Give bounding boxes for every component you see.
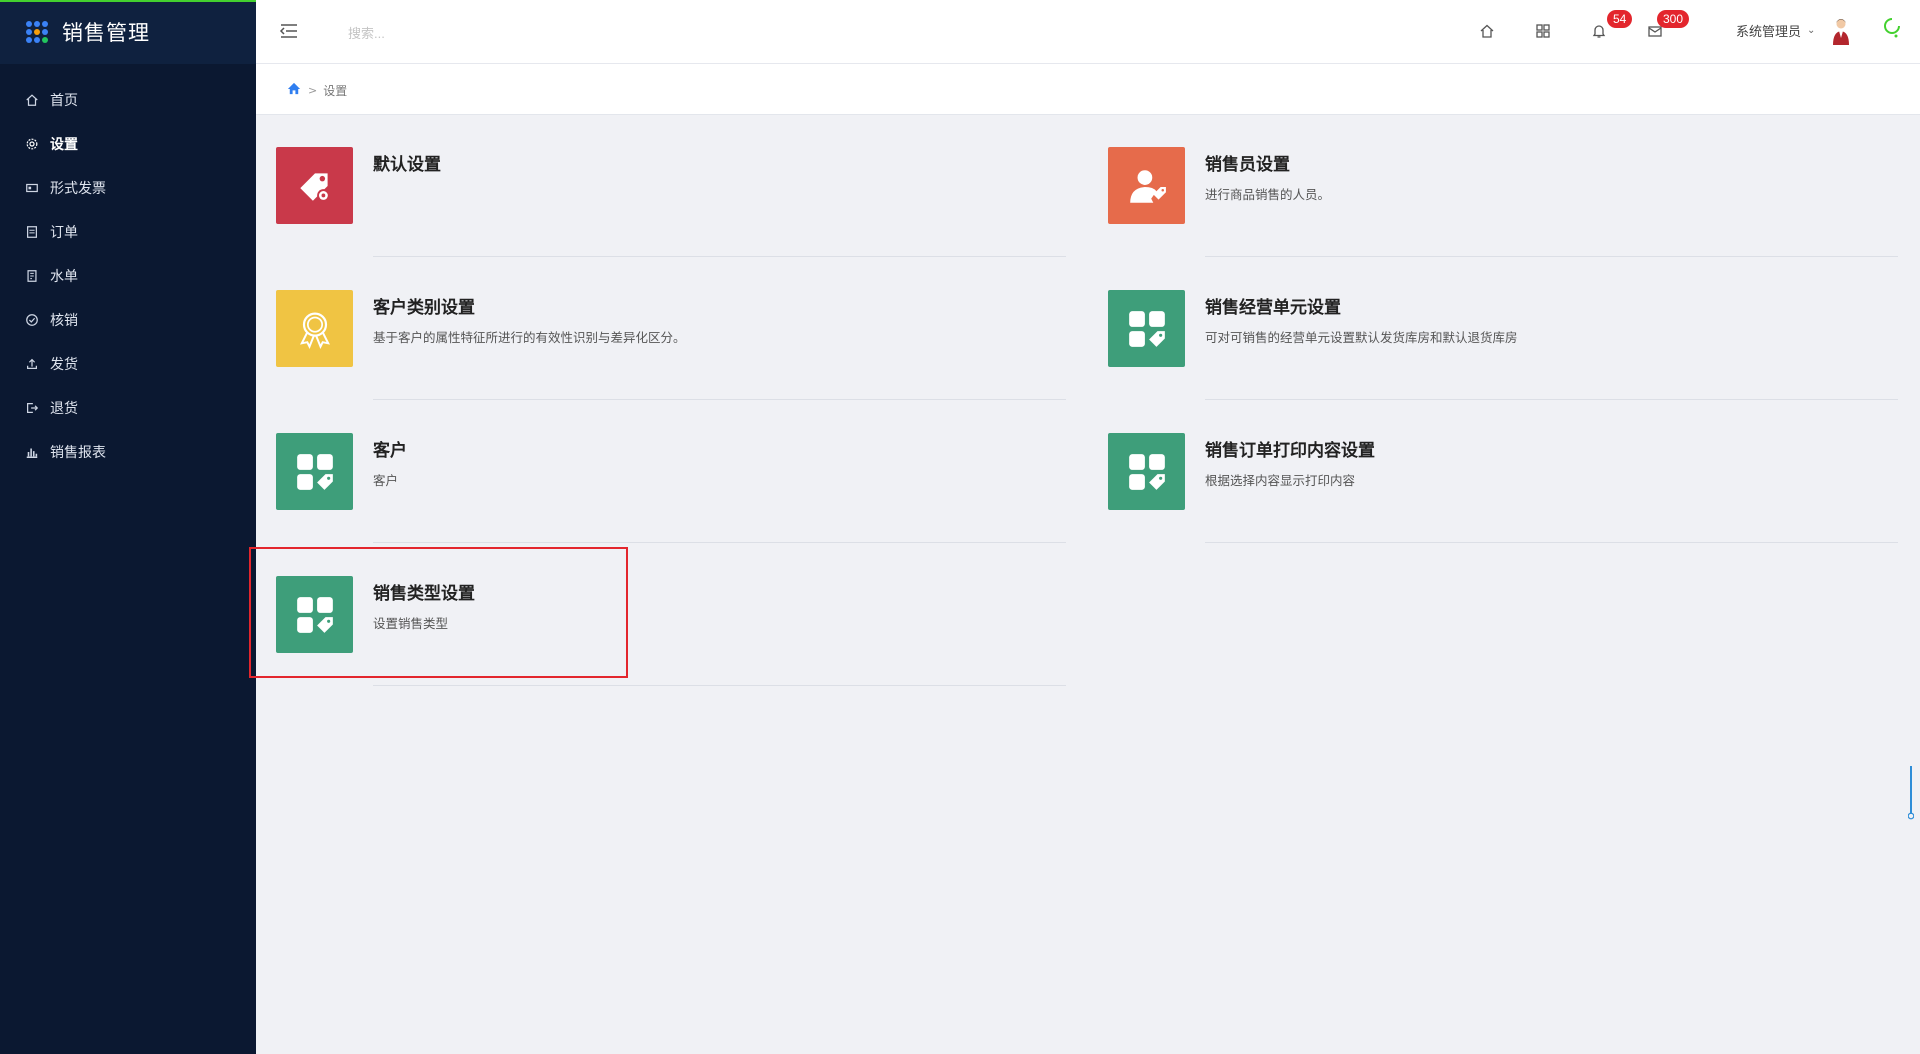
search-input[interactable]: [346, 20, 650, 46]
card-description: 可对可销售的经营单元设置默认发货库房和默认退货库房: [1205, 330, 1518, 345]
card-default-settings[interactable]: 默认设置: [256, 114, 1066, 257]
card-title: 销售订单打印内容设置: [1205, 441, 1375, 461]
message-count-badge: 300: [1657, 10, 1690, 28]
sidebar-item-return[interactable]: 退货: [0, 386, 256, 430]
sidebar-item-label: 发货: [50, 357, 78, 373]
card-description: 基于客户的属性特征所进行的有效性识别与差异化区分。: [373, 330, 686, 345]
grid-tag-icon: [1108, 433, 1185, 510]
sidebar-item-home[interactable]: 首页: [0, 78, 256, 122]
sidebar-item-label: 订单: [50, 225, 78, 241]
sidebar-item-label: 退货: [50, 401, 78, 417]
sidebar-item-writeoff[interactable]: 核销: [0, 298, 256, 342]
card-description: 根据选择内容显示打印内容: [1205, 473, 1356, 488]
card-title: 客户类别设置: [373, 298, 475, 318]
upload-icon: [24, 356, 40, 372]
menu-collapse-icon[interactable]: [278, 20, 300, 42]
sidebar-brand[interactable]: 销售管理: [0, 0, 256, 64]
user-name: 系统管理员: [1736, 25, 1802, 40]
sidebar-item-label: 销售报表: [50, 445, 106, 461]
sidebar-item-report[interactable]: 销售报表: [0, 430, 256, 474]
order-icon: [24, 224, 40, 240]
breadcrumb-current: 设置: [323, 83, 348, 98]
divider: [373, 685, 1066, 686]
grid-tag-icon: [276, 576, 353, 653]
top-header: 54 300 系统管理员 ⌄: [256, 0, 1920, 64]
sidebar-item-settings[interactable]: 设置: [0, 122, 256, 166]
sidebar-item-label: 形式发票: [50, 181, 106, 197]
sidebar-item-label: 水单: [50, 269, 78, 285]
breadcrumb: > 设置: [286, 81, 347, 99]
card-order-print-settings[interactable]: 销售订单打印内容设置 根据选择内容显示打印内容: [1088, 400, 1898, 543]
avatar[interactable]: [1830, 16, 1852, 46]
breadcrumb-separator: >: [308, 83, 318, 97]
tag-gear-icon: [276, 147, 353, 224]
home-icon[interactable]: [1476, 20, 1498, 42]
sidebar-item-order[interactable]: 订单: [0, 210, 256, 254]
home-icon[interactable]: [286, 81, 302, 99]
card-title: 销售经营单元设置: [1205, 298, 1341, 318]
card-description: 设置销售类型: [373, 616, 449, 631]
bar-chart-icon: [24, 444, 40, 460]
apps-grid-icon[interactable]: [1532, 20, 1554, 42]
receipt-icon: [24, 268, 40, 284]
card-description: 客户: [373, 473, 399, 488]
card-business-unit-settings[interactable]: 销售经营单元设置 可对可销售的经营单元设置默认发货库房和默认退货库房: [1088, 257, 1898, 400]
sidebar-item-label: 首页: [50, 93, 78, 109]
award-icon: [276, 290, 353, 367]
salesperson-icon: [1108, 147, 1185, 224]
check-circle-icon: [24, 312, 40, 328]
grid-tag-icon: [1108, 290, 1185, 367]
home-icon: [24, 92, 40, 108]
card-sales-type-settings[interactable]: 销售类型设置 设置销售类型: [256, 543, 1066, 686]
card-title: 默认设置: [373, 155, 441, 175]
chevron-down-icon: ⌄: [1807, 25, 1816, 36]
sidebar-item-label: 设置: [50, 137, 78, 153]
card-customer[interactable]: 客户 客户: [256, 400, 1066, 543]
breadcrumb-bar: > 设置: [256, 64, 1920, 115]
sidebar-item-shipping[interactable]: 发货: [0, 342, 256, 386]
gear-icon: [24, 136, 40, 152]
card-title: 销售员设置: [1205, 155, 1290, 175]
loading-spinner-icon: [1882, 16, 1902, 40]
sidebar-item-receipt[interactable]: 水单: [0, 254, 256, 298]
exit-icon: [24, 400, 40, 416]
app-title: 销售管理: [62, 21, 150, 45]
card-salesperson-settings[interactable]: 销售员设置 进行商品销售的人员。: [1088, 114, 1898, 257]
card-description: 进行商品销售的人员。: [1205, 187, 1331, 202]
card-customer-category-settings[interactable]: 客户类别设置 基于客户的属性特征所进行的有效性识别与差异化区分。: [256, 257, 1066, 400]
card-title: 销售类型设置: [373, 584, 475, 604]
sidebar: 销售管理 首页 设置 形式发票 订单 水单 核销 发货 退货 销售报表: [0, 0, 364, 1054]
invoice-icon: [24, 180, 40, 196]
user-menu[interactable]: 系统管理员 ⌄: [1736, 21, 1815, 40]
grid-tag-icon: [276, 433, 353, 510]
sidebar-item-invoice[interactable]: 形式发票: [0, 166, 256, 210]
divider: [1205, 542, 1898, 543]
app-grid-icon: [26, 21, 48, 43]
notification-count-badge: 54: [1607, 10, 1633, 28]
scroll-handle[interactable]: [1907, 766, 1915, 820]
bell-icon[interactable]: [1588, 20, 1610, 42]
sidebar-item-label: 核销: [50, 313, 78, 329]
card-title: 客户: [373, 441, 407, 461]
sidebar-menu: 首页 设置 形式发票 订单 水单 核销 发货 退货 销售报表: [0, 78, 256, 474]
